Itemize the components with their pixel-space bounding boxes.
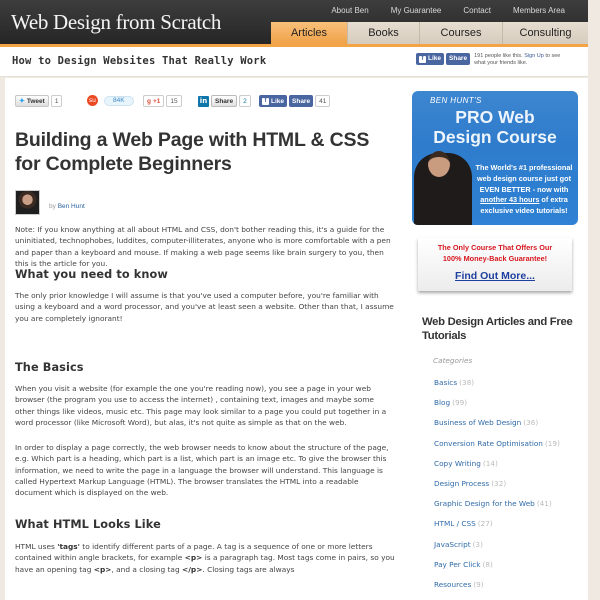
category-item: Copy Writing (14) — [434, 459, 560, 479]
author-link[interactable]: Ben Hunt — [58, 203, 85, 210]
main-nav: Articles Books Courses Consulting — [271, 22, 588, 44]
site-header: Web Design from Scratch About Ben My Gua… — [0, 0, 588, 44]
facebook-share-count: 41 — [315, 95, 331, 107]
stumbleupon-count: 84K — [104, 95, 134, 106]
category-link[interactable]: Design Process — [434, 479, 489, 488]
find-out-more-link[interactable]: Find Out More... — [455, 270, 535, 282]
course-promo-banner[interactable]: BEN HUNT'S PRO Web Design Course The Wor… — [412, 91, 578, 225]
facebook-icon: f — [419, 55, 426, 63]
facebook-like-widget: f Like Share 191 people like this. Sign U… — [416, 53, 564, 67]
google-plus-widget: g +1 15 — [143, 95, 182, 107]
category-item: Design Process (32) — [434, 479, 560, 499]
category-item: Pay Per Click (8) — [434, 560, 560, 580]
guarantee-line2: 100% Money-Back Guarantee! — [442, 254, 548, 263]
sidebar-heading: Web Design Articles and Free Tutorials — [422, 316, 573, 342]
nav-tab-consulting[interactable]: Consulting — [502, 22, 588, 44]
category-link[interactable]: JavaScript — [434, 540, 471, 549]
category-link[interactable]: Graphic Design for the Web — [434, 499, 535, 508]
category-link[interactable]: Blog — [434, 398, 450, 407]
nav-tab-courses[interactable]: Courses — [419, 22, 502, 44]
site-logo[interactable]: Web Design from Scratch — [11, 10, 221, 35]
category-item: HTML / CSS (27) — [434, 519, 560, 539]
category-count: (27) — [477, 519, 493, 529]
linkedin-widget: in Share 2 — [198, 95, 251, 107]
category-item: Basics (38) — [434, 378, 560, 398]
category-link[interactable]: HTML / CSS — [434, 519, 476, 528]
guarantee-line1: The Only Course That Offers Our — [437, 243, 553, 252]
promo-person-head — [428, 151, 450, 177]
facebook-share-button-2[interactable]: Share — [289, 95, 314, 107]
section-heading: What HTML Looks Like — [15, 518, 161, 531]
article-paragraph: HTML uses 'tags' to identify different p… — [15, 542, 395, 574]
section-heading: The Basics — [15, 361, 84, 374]
section-heading: What you need to know — [15, 268, 168, 281]
facebook-like-text: 191 people like this. Sign Up to see wha… — [474, 53, 561, 66]
twitter-widget: ✦ Tweet 1 — [15, 95, 63, 107]
category-count: (99) — [452, 398, 468, 408]
category-count: (14) — [482, 458, 498, 468]
article-paragraph: When you visit a website (for example th… — [15, 384, 387, 427]
article-intro: Note: If you know anything at all about … — [15, 225, 391, 268]
category-count: (41) — [536, 499, 552, 509]
guarantee-box[interactable]: The Only Course That Offers Our 100% Mon… — [418, 238, 572, 291]
facebook-share-widget: f Like Share 41 — [259, 95, 331, 107]
categories-list: Basics (38) Blog (99) Business of Web Desi… — [434, 378, 560, 600]
linkedin-share-button[interactable]: Share — [211, 95, 238, 107]
google-plus-button[interactable]: g +1 — [143, 95, 165, 107]
facebook-share-button[interactable]: Share — [446, 53, 471, 65]
linkedin-icon: in — [198, 95, 209, 107]
facebook-signup-link[interactable]: Sign Up — [524, 53, 544, 59]
nav-tab-books[interactable]: Books — [347, 22, 419, 44]
top-link-about-ben[interactable]: About Ben — [320, 6, 379, 15]
author-byline: by Ben Hunt — [15, 190, 85, 215]
stumbleupon-widget: su 84K — [87, 95, 134, 106]
category-item: Business of Web Design (36) — [434, 418, 560, 438]
category-link[interactable]: Resources — [434, 580, 471, 589]
promo-title-line2: Design Course — [433, 127, 557, 147]
category-count: (32) — [491, 478, 507, 488]
tweet-count: 1 — [50, 95, 63, 107]
linkedin-count: 2 — [239, 95, 251, 107]
google-plus-icon: g — [147, 97, 151, 105]
promo-blurb: The World's #1 professional web design c… — [475, 163, 573, 216]
category-count: (8) — [482, 559, 493, 569]
article-title: Building a Web Page with HTML & CSS for … — [15, 129, 370, 175]
category-item: Blog (99) — [434, 398, 560, 418]
category-count: (19) — [544, 438, 560, 448]
social-share-bar: ✦ Tweet 1 su 84K g +1 15 in Share 2 f Like … — [15, 95, 345, 109]
category-link[interactable]: Business of Web Design — [434, 418, 521, 427]
category-count: (9) — [473, 579, 484, 589]
category-link[interactable]: Basics — [434, 378, 457, 387]
tweet-button[interactable]: ✦ Tweet — [15, 95, 49, 107]
google-plus-count: 15 — [166, 95, 182, 107]
author-avatar[interactable] — [15, 190, 40, 215]
categories-label: Categories — [433, 356, 473, 365]
top-link-members-area[interactable]: Members Area — [502, 6, 576, 15]
site-tagline: How to Design Websites That Really Work — [12, 55, 267, 67]
category-item: Resources (9) — [434, 580, 560, 600]
facebook-like-button-2[interactable]: f Like — [259, 95, 288, 107]
category-count: (36) — [523, 418, 539, 428]
article-paragraph: The only prior knowledge I will assume i… — [15, 291, 394, 323]
top-link-contact[interactable]: Contact — [452, 6, 502, 15]
category-item: JavaScript (3) — [434, 540, 560, 560]
tagline-bar: How to Design Websites That Really Work … — [0, 47, 588, 77]
category-item: Conversion Rate Optimisation (19) — [434, 439, 560, 459]
category-count: (38) — [459, 378, 475, 387]
category-link[interactable]: Pay Per Click — [434, 560, 481, 569]
category-link[interactable]: Copy Writing — [434, 459, 481, 468]
category-item: Graphic Design for the Web (41) — [434, 499, 560, 519]
stumbleupon-icon[interactable]: su — [87, 95, 98, 106]
facebook-like-button[interactable]: f Like — [416, 53, 445, 65]
promo-byline: BEN HUNT'S — [430, 96, 482, 105]
article-paragraph: In order to display a page correctly, th… — [15, 443, 389, 498]
top-link-my-guarantee[interactable]: My Guarantee — [380, 6, 453, 15]
facebook-icon: f — [262, 97, 269, 105]
promo-title-line1: PRO Web — [455, 107, 535, 127]
nav-tab-articles[interactable]: Articles — [271, 22, 347, 44]
twitter-bird-icon: ✦ — [19, 98, 25, 105]
category-link[interactable]: Conversion Rate Optimisation — [434, 439, 543, 448]
top-nav: About Ben My Guarantee Contact Members A… — [320, 6, 576, 15]
category-count: (3) — [472, 539, 483, 549]
